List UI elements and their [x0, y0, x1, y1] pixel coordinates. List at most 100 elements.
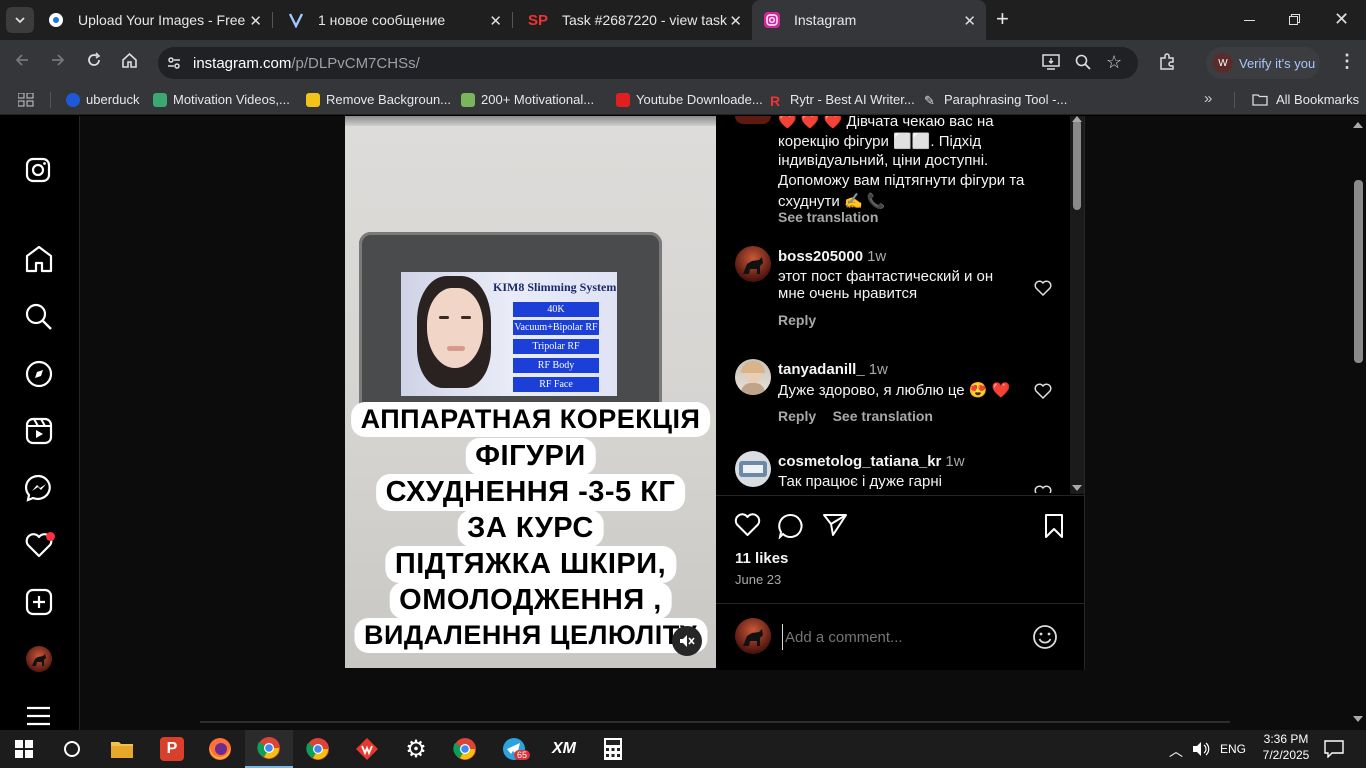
caption-avatar[interactable]	[735, 116, 771, 124]
scrollbar-thumb[interactable]	[1073, 120, 1081, 210]
settings-button[interactable]: ⚙	[392, 730, 440, 768]
bookmark-item[interactable]: Motivation Videos,...	[153, 92, 290, 107]
xm-app-button[interactable]: XM	[540, 730, 588, 768]
screen-title: KIM8 Slimming System	[493, 280, 617, 294]
scroll-up-arrow[interactable]	[1072, 116, 1082, 122]
close-window-button[interactable]: ✕	[1334, 9, 1349, 30]
comment-input[interactable]	[782, 624, 1022, 650]
volume-icon[interactable]	[1192, 741, 1210, 757]
remove-bg-icon	[306, 92, 320, 107]
heart-icon[interactable]	[1034, 383, 1052, 399]
bookmark-item[interactable]: Youtube Downloade...	[616, 92, 763, 107]
home-icon[interactable]	[121, 52, 138, 74]
tab-title: Task #2687220 - view task	[562, 12, 727, 28]
forward-icon[interactable]	[50, 52, 66, 73]
chrome-profile-2-button[interactable]	[441, 730, 489, 768]
profile-avatar[interactable]	[26, 646, 52, 672]
create-icon[interactable]	[24, 587, 54, 617]
site-info-icon[interactable]	[166, 55, 182, 76]
page-scrollbar[interactable]	[1350, 116, 1366, 730]
comment-username[interactable]: cosmetolog_tatiana_kr	[778, 453, 941, 470]
zoom-icon[interactable]	[1075, 54, 1091, 75]
back-icon[interactable]	[14, 52, 30, 73]
close-icon[interactable]: ✕	[963, 12, 976, 30]
address-bar[interactable]: instagram.com/p/DLPvCM7CHSs/ ☆	[158, 47, 1138, 79]
bookmark-item[interactable]: R Rytr - Best AI Writer...	[770, 92, 915, 109]
bookmark-item[interactable]: ✎ Paraphrasing Tool -...	[924, 92, 1067, 108]
chrome-profile-button[interactable]	[245, 730, 293, 768]
instagram-logo-icon[interactable]	[24, 156, 54, 186]
share-icon[interactable]	[822, 513, 848, 537]
reply-link[interactable]: Reply	[778, 312, 1018, 328]
calculator-button[interactable]	[589, 730, 637, 768]
mute-button[interactable]	[672, 626, 702, 656]
clock-time: 3:36 PM	[1263, 732, 1309, 746]
search-icon[interactable]	[24, 302, 54, 332]
more-menu-icon[interactable]	[24, 702, 54, 730]
post-media[interactable]: KIM8 Slimming System 40K Vacuum+Bipolar …	[345, 116, 716, 668]
browser-tab-active[interactable]: Instagram ✕	[752, 0, 986, 40]
profile-chip[interactable]: W Verify it's you	[1206, 47, 1320, 79]
minimize-button[interactable]	[1240, 12, 1260, 28]
browser-tab[interactable]: SP Task #2687220 - view task ✕	[516, 0, 752, 40]
notifications-button[interactable]	[24, 530, 56, 560]
bookmark-item[interactable]: Remove Backgroun...	[306, 92, 451, 107]
like-heart-icon[interactable]	[734, 513, 761, 537]
file-explorer-button[interactable]	[98, 730, 146, 768]
browser-tab[interactable]: 1 новое сообщение ✕	[276, 0, 512, 40]
clock[interactable]: 3:36 PM 7/2/2025	[1256, 732, 1316, 762]
browser-tab[interactable]: Upload Your Images - Free Ima ✕	[36, 0, 272, 40]
reload-icon[interactable]	[86, 52, 102, 73]
chrome-button[interactable]	[294, 730, 342, 768]
firefox-button[interactable]	[196, 730, 244, 768]
comment-icon[interactable]	[778, 513, 804, 539]
close-icon[interactable]: ✕	[249, 12, 262, 30]
wps-presentation-button[interactable]: P	[148, 730, 196, 768]
bookmark-item[interactable]: uberduck	[66, 92, 139, 107]
overlay-text-line: ЗА КУРС	[457, 510, 604, 547]
save-bookmark-icon[interactable]	[1043, 513, 1065, 539]
start-button[interactable]	[0, 730, 48, 768]
emoji-icon[interactable]	[1032, 624, 1058, 650]
install-app-icon[interactable]	[1042, 54, 1060, 75]
avatar[interactable]	[735, 359, 771, 395]
see-translation-link[interactable]: See translation	[778, 209, 878, 225]
language-indicator[interactable]: ENG	[1220, 742, 1246, 756]
comment-username[interactable]: tanyadanill_	[778, 361, 865, 378]
likes-count[interactable]: 11 likes	[735, 550, 788, 567]
reply-link[interactable]: Reply	[778, 408, 816, 424]
restore-button[interactable]	[1288, 12, 1304, 28]
home-icon[interactable]	[24, 244, 54, 274]
messenger-icon[interactable]	[24, 473, 54, 503]
close-icon[interactable]: ✕	[489, 12, 502, 30]
comments-scrollbar[interactable]	[1070, 116, 1084, 494]
all-bookmarks-button[interactable]: All Bookmarks	[1252, 92, 1359, 107]
new-tab-button[interactable]: +	[996, 6, 1022, 34]
screen-button: 40K	[513, 302, 599, 317]
apps-grid-icon[interactable]	[17, 92, 34, 112]
heart-icon[interactable]	[1034, 485, 1052, 493]
scrollbar-thumb[interactable]	[1354, 180, 1363, 363]
chevron-up-icon[interactable]: ︿	[1169, 741, 1183, 761]
avatar[interactable]	[735, 246, 771, 282]
comment-username[interactable]: boss205000	[778, 248, 863, 265]
telegram-button[interactable]: 65	[490, 730, 538, 768]
menu-kebab-icon[interactable]: ⋮	[1338, 51, 1356, 72]
wps-office-button[interactable]	[343, 730, 391, 768]
scroll-down-arrow[interactable]	[1072, 485, 1082, 491]
close-icon[interactable]: ✕	[729, 12, 742, 30]
explore-icon[interactable]	[24, 359, 54, 389]
bookmark-item[interactable]: 200+ Motivational...	[461, 92, 594, 107]
search-button[interactable]	[48, 730, 96, 768]
reels-icon[interactable]	[24, 416, 54, 446]
avatar[interactable]	[735, 451, 771, 487]
tab-search-button[interactable]	[6, 7, 34, 33]
see-translation-link[interactable]: See translation	[833, 408, 933, 424]
bookmark-star-icon[interactable]: ☆	[1106, 52, 1122, 73]
extensions-icon[interactable]	[1158, 53, 1176, 76]
scroll-down-arrow[interactable]	[1353, 716, 1363, 722]
notification-center-icon[interactable]	[1324, 740, 1344, 758]
heart-icon[interactable]	[1034, 280, 1052, 296]
scroll-up-arrow[interactable]	[1353, 122, 1363, 128]
chevron-right-double-icon[interactable]: »	[1204, 90, 1212, 107]
